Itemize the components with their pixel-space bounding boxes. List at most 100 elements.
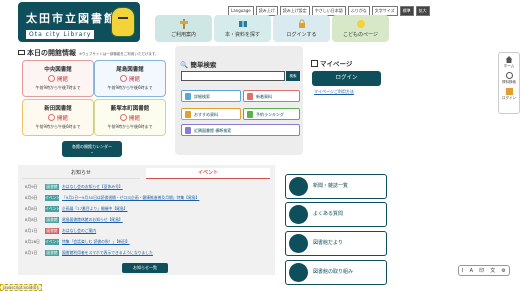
library-hours: 午前9時から午後6時まで (107, 124, 153, 129)
side-home[interactable]: ホーム (499, 56, 519, 69)
side-home-label: ホーム (503, 64, 515, 68)
news-date: 8月1日 (25, 228, 38, 233)
news-title: おはなし会のお知らせ【夏休み号】 (62, 184, 123, 189)
side-login[interactable]: ログイン (499, 88, 519, 101)
search-title-text: 簡単検索 (190, 61, 217, 69)
lock-icon (505, 88, 513, 95)
status-url: javascript:void(0); (0, 284, 43, 291)
library-name: 新田図書館 (44, 106, 72, 112)
library-yabuzuka: 藪塚本町図書館 開館 午前9時から午後6時まで (94, 99, 166, 136)
news-item[interactable]: 8月8日 イベント 企画展「27番目より」開催中【尾島】 (25, 204, 128, 213)
advanced-search-button[interactable]: 詳細検索 (181, 90, 241, 102)
side-floating-menu: ホーム 資料検索 ログイン (498, 52, 520, 114)
settings-tool[interactable]: ⚙ (501, 268, 505, 274)
nav-search-label: 本・資料を探す (224, 32, 260, 38)
news-category: イベント (45, 206, 61, 212)
news-title: 企画展「27番目より」開催中【尾島】 (62, 206, 128, 211)
translate-tool[interactable]: 文 (490, 267, 495, 274)
lock-icon (298, 19, 305, 28)
library-initiatives-button[interactable]: 図書館の取り組み (285, 260, 387, 285)
news-category: イベント (45, 195, 61, 201)
news-category: 図書館 (45, 228, 59, 234)
news-date: 8月9日 (25, 184, 38, 189)
login-button[interactable]: ログイン (312, 71, 381, 86)
side-search[interactable]: 資料検索 (499, 72, 519, 85)
search-button[interactable]: 検索 (286, 71, 300, 81)
tab-events[interactable]: イベント (146, 168, 270, 179)
calendar-button[interactable]: 各館の開館カレンダー ⌄ (62, 141, 122, 157)
big-button-label: 新聞・雑誌一覧 (313, 183, 349, 189)
nav-guide[interactable]: ご利用案内 (155, 15, 212, 42)
library-name: 藪塚本町図書館 (110, 106, 150, 112)
nav-login-label: ログインする (286, 32, 317, 38)
card-icon (311, 60, 318, 67)
library-news-button[interactable]: 図書館だより (285, 231, 387, 256)
newspaper-icon (289, 177, 308, 196)
news-category: 図書館 (45, 250, 59, 256)
nav-kids[interactable]: こどものページ (332, 15, 389, 42)
mascot-icon (111, 7, 135, 37)
recommended-button[interactable]: おすすめ資料 (181, 108, 241, 120)
faq-button[interactable]: よくある質問 (285, 202, 387, 227)
new-arrivals-button[interactable]: 新着資料 (243, 90, 300, 102)
side-login-label: ログイン (502, 96, 516, 100)
text-tool[interactable]: A (470, 268, 473, 274)
news-category: 図書館 (45, 217, 59, 223)
library-status: 開館 (95, 75, 165, 83)
news-title: 図書館利用者をスマホで表示できるようになりました (62, 250, 153, 255)
circle-icon (47, 75, 55, 82)
library-hours: 午前9時から午後6時まで (107, 85, 153, 90)
monitor-icon (18, 50, 25, 55)
news-title: 特集「会話楽しむ 読書の秋！」【新田】 (62, 239, 130, 244)
library-logo[interactable]: 太田市立図書館 Ota city Library (18, 2, 140, 42)
today-title-text: 本日の開館情報 (27, 49, 76, 57)
library-name: 中央図書館 (44, 67, 72, 73)
kids-icon (356, 20, 365, 28)
search-input[interactable] (181, 71, 285, 81)
news-item[interactable]: 8月9日 図書館 おはなし会のお知らせ【夏休み号】 (25, 182, 123, 191)
font-size-large[interactable]: 拡大 (415, 6, 430, 16)
nav-kids-label: こどものページ (343, 32, 378, 38)
nearby-library-search-button[interactable]: 近隣図書館 横断検索 (181, 124, 300, 136)
news-title: おはなし会のご案内 (62, 228, 97, 233)
mypage-title-text: マイページ (320, 60, 353, 68)
library-status: 開館 (23, 75, 93, 83)
document-icon (289, 234, 308, 253)
library-central: 中央図書館 開館 午前9時から午後7時まで (22, 60, 94, 97)
book-icon (238, 21, 247, 27)
tab-news[interactable]: お知らせ (22, 168, 140, 179)
today-title: 本日の開館情報 ※ウェブサイトは一部機能をご利用いただけます。 (18, 48, 159, 58)
cursor-tool[interactable]: I (462, 268, 463, 274)
question-icon (289, 205, 308, 224)
newspaper-magazine-button[interactable]: 新聞・雑誌一覧 (285, 174, 387, 199)
reservation-ranking-button[interactable]: 予約ランキング (243, 108, 300, 120)
news-item[interactable]: 8月28日 イベント 特集「会話楽しむ 読書の秋！」【新田】 (25, 237, 130, 246)
news-category: 図書館 (45, 184, 59, 190)
circle-icon (47, 114, 55, 121)
library-status-text: 開館 (128, 116, 140, 122)
news-item[interactable]: 8月9日 イベント 「9月2日～9月30日は読書週間・ゼロ災企画・健康推進普及月間」… (25, 193, 199, 202)
mypage-title: マイページ (311, 58, 352, 68)
logo-english: Ota city Library (26, 30, 95, 39)
news-list-button[interactable]: お知らせ一覧 (122, 263, 168, 273)
news-title: 尾島図書館休館のお知らせ【尾島】 (62, 217, 123, 222)
news-date: 8月9日 (25, 195, 38, 200)
news-item[interactable]: 8月1日 図書館 図書館利用者をスマホで表示できるようになりました (25, 248, 153, 257)
library-nitta: 新田図書館 開館 午前9時から午後6時まで (22, 99, 94, 136)
search-title: 🔍 簡単検索 (180, 59, 216, 69)
news-item[interactable]: 8月8日 図書館 尾島図書館休館のお知らせ【尾島】 (25, 215, 123, 224)
mypage-help-link[interactable]: マイページご利用方法 (314, 89, 354, 95)
news-date: 8月8日 (25, 206, 38, 211)
home-icon (505, 56, 513, 63)
font-size-standard[interactable]: 標準 (399, 6, 414, 16)
accessibility-toolbar: I A 印 文 ⚙ (458, 265, 510, 276)
nav-login[interactable]: ログインする (273, 15, 330, 42)
logo-japanese: 太田市立図書館 (26, 12, 117, 25)
page: 太田市立図書館 Ota city Library Language 読み上げ 読… (0, 0, 521, 291)
library-status-text: 開館 (56, 77, 68, 83)
news-item[interactable]: 8月1日 図書館 おはなし会のご案内 (25, 226, 96, 235)
print-tool[interactable]: 印 (479, 267, 484, 274)
nav-search[interactable]: 本・資料を探す (214, 15, 271, 42)
news-date: 8月1日 (25, 250, 38, 255)
news-category: イベント (45, 239, 61, 245)
